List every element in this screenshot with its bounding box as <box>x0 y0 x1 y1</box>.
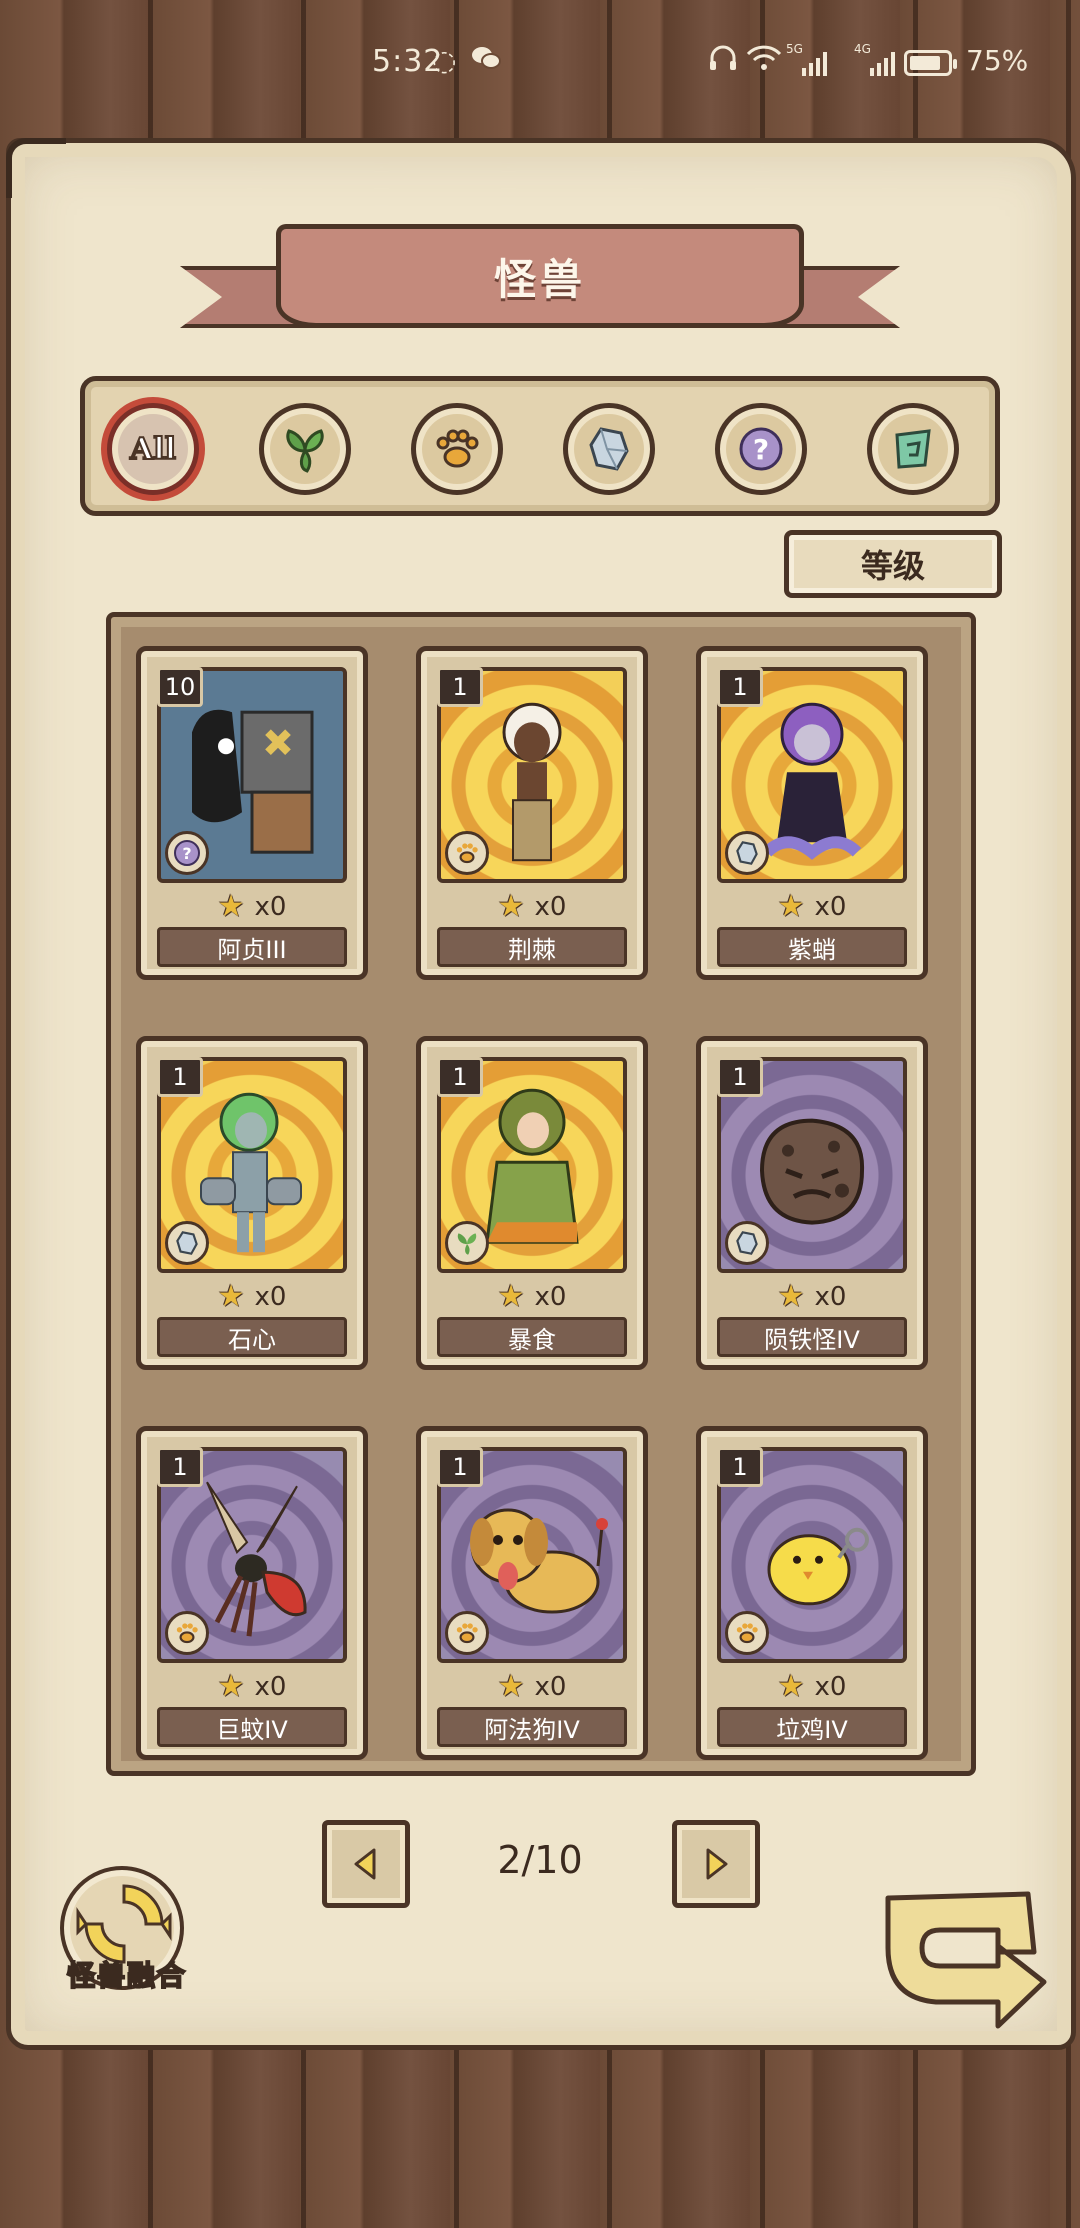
monster-name: 巨蚊IV <box>157 1707 347 1747</box>
cell-signal-1-icon: 5G <box>786 42 827 76</box>
previous-page-button[interactable] <box>322 1820 410 1908</box>
filter-leaf[interactable] <box>259 403 351 495</box>
star-icon: ★ <box>217 1669 245 1704</box>
battery-percent: 75% <box>966 44 1029 77</box>
battery-icon <box>904 50 957 76</box>
title-banner: 怪兽 <box>180 210 900 360</box>
crystal-icon <box>589 427 629 471</box>
paw-icon <box>445 1611 489 1655</box>
paw-icon <box>165 1611 209 1655</box>
sort-label: 等级 <box>860 547 925 585</box>
paw-icon <box>445 831 489 875</box>
filter-all[interactable]: All <box>107 403 199 495</box>
monster-fusion-button[interactable]: 怪兽融合 <box>56 1866 188 1998</box>
back-button[interactable] <box>878 1886 1050 2036</box>
level-badge: 10 <box>157 667 203 707</box>
leaf-icon <box>286 429 324 473</box>
star-icon: ★ <box>497 1669 525 1704</box>
crystal-icon <box>725 831 769 875</box>
level-badge: 1 <box>437 1057 483 1097</box>
next-page-button[interactable] <box>672 1820 760 1908</box>
monster-name: 垃鸡IV <box>717 1707 907 1747</box>
wechat-icon <box>470 44 502 79</box>
fusion-label: 怪兽融合 <box>66 1958 187 1993</box>
filter-spiral[interactable] <box>867 403 959 495</box>
spiral-icon <box>895 429 931 469</box>
status-bar: 5:32 ◌ 5G 4G 75% <box>0 0 1080 120</box>
monster-card[interactable]: 1 ★ x0 陨铁怪IV <box>696 1036 928 1370</box>
star-count: x0 <box>814 891 847 922</box>
question-icon: ? <box>739 427 783 471</box>
monster-card[interactable]: 1 ★ x0 垃鸡IV <box>696 1426 928 1760</box>
star-count: x0 <box>254 1281 287 1312</box>
monster-name: 紫蛸 <box>717 927 907 967</box>
svg-text:?: ? <box>753 433 769 466</box>
arrow-left-icon <box>354 1848 376 1880</box>
svg-text:?: ? <box>182 844 191 863</box>
monster-name: 阿贞III <box>157 927 347 967</box>
monster-name: 暴食 <box>437 1317 627 1357</box>
star-count: x0 <box>254 891 287 922</box>
cell-signal-2-icon: 4G <box>854 42 895 76</box>
monster-card[interactable]: 1 ★ x0 阿法狗IV <box>416 1426 648 1760</box>
star-count: x0 <box>534 1671 567 1702</box>
filter-crystal[interactable] <box>563 403 655 495</box>
star-count: x0 <box>534 1281 567 1312</box>
star-icon: ★ <box>777 1669 805 1704</box>
monster-name: 陨铁怪IV <box>717 1317 907 1357</box>
star-count: x0 <box>254 1671 287 1702</box>
star-count: x0 <box>814 1671 847 1702</box>
level-badge: 1 <box>437 1447 483 1487</box>
star-icon: ★ <box>777 889 805 924</box>
wifi-icon <box>746 44 782 79</box>
level-badge: 1 <box>157 1057 203 1097</box>
monster-card[interactable]: 1 ★ x0 紫蛸 <box>696 646 928 980</box>
filter-paw[interactable] <box>411 403 503 495</box>
parchment-curl <box>6 138 66 198</box>
monster-card[interactable]: 10 ? ★ x0 阿贞III <box>136 646 368 980</box>
monster-card[interactable]: 1 ★ x0 暴食 <box>416 1036 648 1370</box>
star-icon: ★ <box>497 889 525 924</box>
arrow-right-icon <box>706 1848 728 1880</box>
sort-by-level-button[interactable]: 等级 <box>784 530 1002 598</box>
star-icon: ★ <box>217 889 245 924</box>
level-badge: 1 <box>717 1057 763 1097</box>
star-icon: ★ <box>217 1279 245 1314</box>
level-badge: 1 <box>437 667 483 707</box>
question-icon: ? <box>165 831 209 875</box>
star-icon: ★ <box>497 1279 525 1314</box>
star-count: x0 <box>534 891 567 922</box>
monster-card[interactable]: 1 ★ x0 荆棘 <box>416 646 648 980</box>
star-icon: ★ <box>777 1279 805 1314</box>
star-count: x0 <box>814 1281 847 1312</box>
filter-all-label: All <box>129 431 177 468</box>
paw-icon <box>725 1611 769 1655</box>
crystal-icon <box>165 1221 209 1265</box>
monster-name: 阿法狗IV <box>437 1707 627 1747</box>
crystal-icon <box>725 1221 769 1265</box>
monster-card[interactable]: 1 ★ x0 巨蚊IV <box>136 1426 368 1760</box>
level-badge: 1 <box>717 1447 763 1487</box>
type-filter-bar: All ? <box>80 376 1000 516</box>
paw-icon <box>436 429 479 468</box>
sync-icon: ◌ <box>432 44 457 77</box>
headphones-icon <box>708 44 738 79</box>
leaf-icon <box>445 1221 489 1265</box>
page-indicator: 2/10 <box>497 1838 583 1882</box>
monster-name: 荆棘 <box>437 927 627 967</box>
filter-mystery[interactable]: ? <box>715 403 807 495</box>
monster-card[interactable]: 1 ★ x0 石心 <box>136 1036 368 1370</box>
level-badge: 1 <box>157 1447 203 1487</box>
return-arrow-icon <box>885 1891 1047 2029</box>
monster-name: 石心 <box>157 1317 347 1357</box>
page-title: 怪兽 <box>493 254 586 304</box>
level-badge: 1 <box>717 667 763 707</box>
